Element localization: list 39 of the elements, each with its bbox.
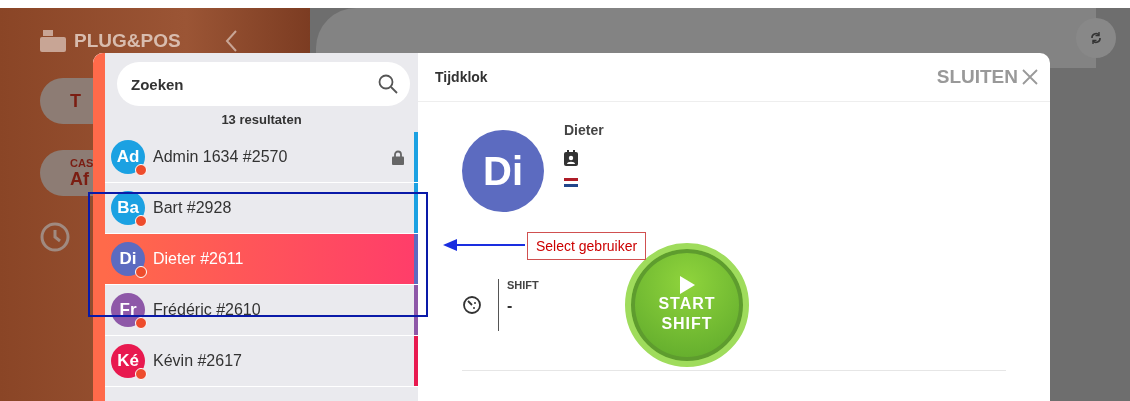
user-name: Dieter #2611 bbox=[153, 250, 244, 268]
play-icon bbox=[679, 276, 695, 294]
refresh-button[interactable] bbox=[1076, 18, 1116, 58]
profile-avatar: Di bbox=[462, 130, 544, 212]
status-dot bbox=[135, 317, 147, 329]
shift-value: - bbox=[507, 297, 514, 315]
user-name: Kévin #2617 bbox=[153, 352, 242, 370]
user-name: Admin 1634 #2570 bbox=[153, 148, 288, 166]
badge-icon bbox=[564, 150, 578, 166]
user-list-item[interactable]: Ad Admin 1634 #2570 bbox=[105, 132, 418, 183]
user-avatar: Ad bbox=[111, 140, 145, 174]
app-logo: PLUG&POS bbox=[74, 30, 181, 52]
user-list-item[interactable]: Di Dieter #2611 bbox=[105, 234, 418, 285]
flag-icon bbox=[564, 178, 578, 187]
result-count: 13 resultaten bbox=[220, 112, 303, 129]
user-avatar: Fr bbox=[111, 293, 145, 327]
status-dot bbox=[135, 266, 147, 278]
cash-register-icon bbox=[40, 30, 66, 52]
collapse-chevron-icon[interactable] bbox=[224, 30, 237, 52]
timer-icon bbox=[462, 295, 482, 315]
clock-icon bbox=[40, 222, 70, 252]
close-icon bbox=[1022, 69, 1038, 85]
refresh-icon bbox=[1089, 31, 1103, 45]
status-dot bbox=[135, 164, 147, 176]
shift-label: SHIFT bbox=[507, 279, 540, 291]
user-avatar: Di bbox=[111, 242, 145, 276]
user-avatar: Ké bbox=[111, 344, 145, 378]
status-dot bbox=[135, 215, 147, 227]
search-field[interactable]: Zoeken bbox=[117, 62, 410, 106]
dialog-title: Tijdklok bbox=[435, 69, 488, 85]
profile-name: Dieter bbox=[564, 122, 604, 138]
search-icon bbox=[378, 74, 398, 94]
user-list-item[interactable]: Fr Frédéric #2610 bbox=[105, 285, 418, 336]
user-name: Frédéric #2610 bbox=[153, 301, 261, 319]
annotation-label: Select gebruiker bbox=[527, 232, 647, 260]
user-name: Bart #2928 bbox=[153, 199, 232, 217]
status-dot bbox=[135, 368, 147, 380]
user-avatar: Ba bbox=[111, 191, 145, 225]
user-list-item[interactable]: Ké Kévin #2617 bbox=[105, 336, 418, 387]
